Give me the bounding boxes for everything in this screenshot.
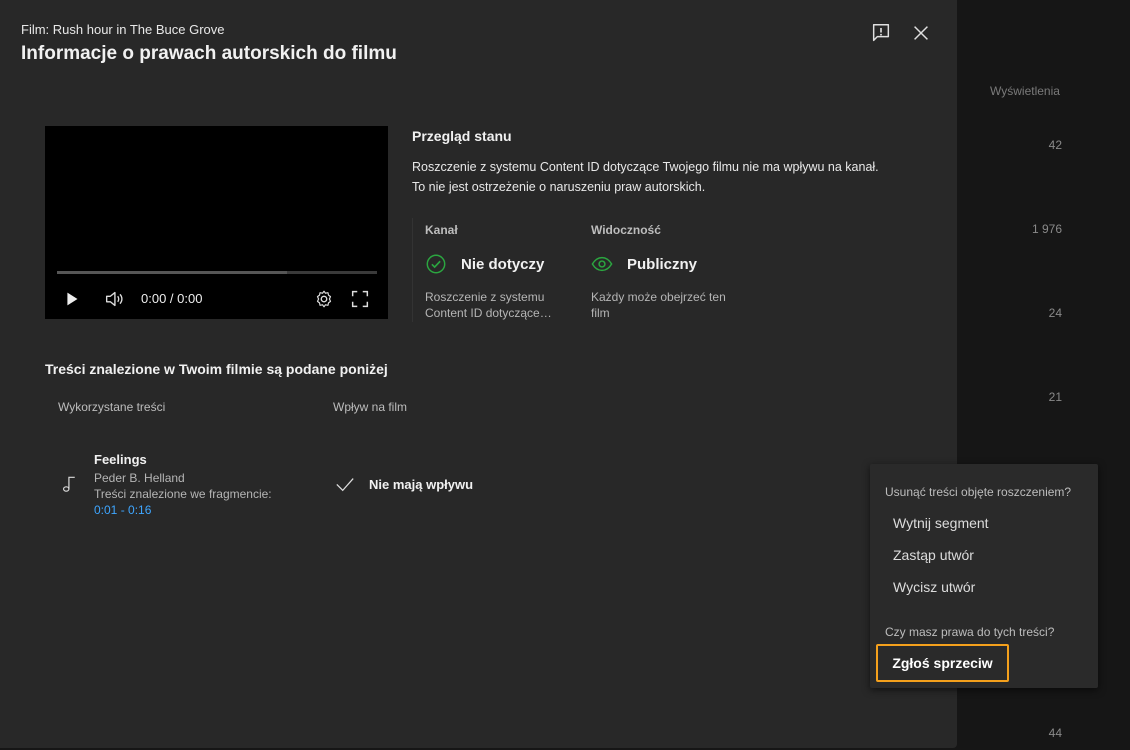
visibility-value: Publiczny (627, 256, 698, 273)
volume-icon[interactable] (103, 288, 125, 310)
status-description: Roszczenie z systemu Content ID dotycząc… (412, 157, 879, 197)
close-icon[interactable] (910, 22, 932, 44)
film-name: Film: Rush hour in The Buce Grove (21, 22, 225, 37)
status-desc-line: To nie jest ostrzeżenie o naruszeniu pra… (412, 180, 706, 194)
progress-buffer (57, 271, 288, 274)
channel-text-line: Roszczenie z systemu (425, 290, 545, 304)
used-content-header: Wykorzystane treści (58, 400, 166, 414)
song-artist: Peder B. Helland (94, 471, 185, 485)
rights-question: Czy masz prawa do tych treści? (885, 625, 1055, 639)
views-value: 44 (1048, 726, 1062, 740)
music-note-icon (63, 476, 75, 492)
video-player[interactable]: 0:00 / 0:00 (45, 126, 388, 319)
remove-content-question: Usunąć treści objęte roszczeniem? (885, 485, 1072, 499)
check-icon (336, 478, 354, 492)
mute-song-option[interactable]: Wycisz utwór (893, 579, 975, 595)
views-value: 21 (1048, 390, 1062, 404)
visibility-text: Każdy może obejrzeć ten film (591, 289, 751, 321)
feedback-icon[interactable] (870, 22, 892, 44)
fullscreen-icon[interactable] (349, 288, 371, 310)
views-value: 24 (1048, 306, 1062, 320)
content-section-title: Treści znalezione w Twoim filmie są poda… (45, 361, 388, 377)
fragment-range-link[interactable]: 0:01 - 0:16 (94, 503, 151, 517)
impact-value: Nie mają wpływu (369, 477, 474, 492)
visibility-text-line: Każdy może obejrzeć ten (591, 290, 726, 304)
eye-icon (591, 256, 613, 272)
fragment-label: Treści znalezione we fragmencie: (94, 487, 272, 501)
check-circle-icon (426, 254, 446, 274)
card-divider (412, 218, 413, 322)
play-icon[interactable] (61, 288, 83, 310)
progress-bar[interactable] (57, 271, 377, 274)
status-desc-line: Roszczenie z systemu Content ID dotycząc… (412, 160, 879, 174)
replace-song-option[interactable]: Zastąp utwór (893, 547, 974, 563)
impact-header: Wpływ na film (333, 400, 408, 414)
status-title: Przegląd stanu (412, 128, 512, 144)
views-column-header: Wyświetlenia (990, 84, 1060, 98)
views-value: 42 (1048, 138, 1062, 152)
dialog-title: Informacje o prawach autorskich do filmu (21, 43, 397, 64)
dispute-button[interactable]: Zgłoś sprzeciw (876, 644, 1009, 682)
visibility-text-line: film (591, 306, 610, 320)
trim-segment-option[interactable]: Wytnij segment (893, 515, 989, 531)
song-title: Feelings (94, 452, 147, 467)
settings-icon[interactable] (313, 288, 335, 310)
copyright-dialog: Film: Rush hour in The Buce Grove Inform… (0, 0, 957, 748)
channel-label: Kanał (425, 223, 458, 237)
views-value: 1 976 (1031, 222, 1062, 236)
channel-text: Roszczenie z systemu Content ID dotycząc… (425, 289, 585, 321)
visibility-label: Widoczność (591, 223, 661, 237)
claim-actions-menu: Usunąć treści objęte roszczeniem? Wytnij… (870, 464, 1098, 688)
time-display: 0:00 / 0:00 (141, 291, 203, 306)
channel-value: Nie dotyczy (461, 256, 545, 273)
channel-text-line: Content ID dotyczące… (425, 306, 552, 320)
